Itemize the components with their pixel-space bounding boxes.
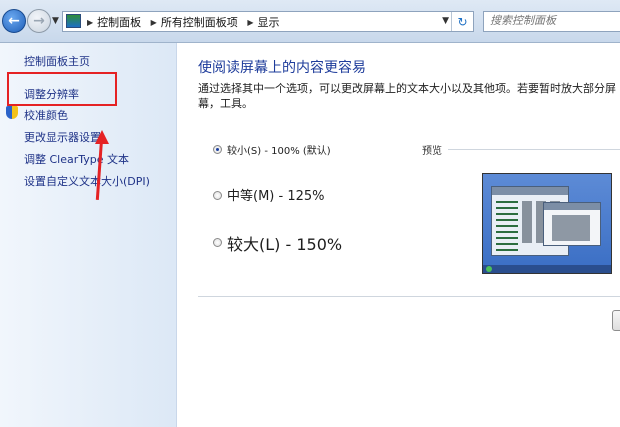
chevron-right-icon[interactable]: ▶ xyxy=(247,18,253,27)
sidebar-item-control-panel-home[interactable]: 控制面板主页 xyxy=(24,53,90,69)
breadcrumb-control-panel[interactable]: 控制面板 xyxy=(97,16,141,29)
sidebar-item-calibrate-color[interactable]: 校准颜色 xyxy=(24,107,68,123)
divider xyxy=(198,296,620,297)
highlight-box xyxy=(7,72,117,106)
refresh-icon: ↻ xyxy=(457,14,468,29)
address-dropdown-chevron-down-icon[interactable]: ▼ xyxy=(442,16,449,26)
arrow-right-icon: → xyxy=(33,13,45,29)
arrow-left-icon: ← xyxy=(8,13,20,29)
page-description: 通过选择其中一个选项，可以更改屏幕上的文本大小以及其他项。若要暂时放大部分屏幕，… xyxy=(198,82,616,110)
chevron-right-icon[interactable]: ▶ xyxy=(151,18,157,27)
option-small-radio[interactable] xyxy=(213,145,222,154)
recent-pages-chevron-down-icon[interactable]: ▼ xyxy=(52,16,59,26)
preview-taskbar xyxy=(483,265,611,273)
search-box[interactable] xyxy=(483,11,620,32)
preview-window-small xyxy=(543,202,601,246)
breadcrumb-all-items[interactable]: 所有控制面板项 xyxy=(161,16,238,29)
shield-icon xyxy=(6,106,18,119)
option-large-label[interactable]: 较大(L) - 150% xyxy=(227,231,342,255)
preview-image xyxy=(482,173,612,274)
option-small-label[interactable]: 较小(S) - 100% (默认) xyxy=(227,142,331,157)
sidebar-item-adjust-cleartype[interactable]: 调整 ClearType 文本 xyxy=(24,151,129,167)
breadcrumb-display[interactable]: 显示 xyxy=(257,16,279,29)
option-medium-radio[interactable] xyxy=(213,191,222,200)
control-panel-icon xyxy=(66,14,81,28)
start-icon xyxy=(486,266,492,272)
preview-label: 预览 xyxy=(422,146,442,157)
forward-button[interactable]: → xyxy=(27,9,51,33)
option-medium-label[interactable]: 中等(M) - 125% xyxy=(227,185,324,204)
refresh-button[interactable]: ↻ xyxy=(451,12,473,31)
page-title: 使阅读屏幕上的内容更容易 xyxy=(198,60,366,76)
sidebar-item-custom-text-size[interactable]: 设置自定义文本大小(DPI) xyxy=(24,173,150,189)
chevron-right-icon[interactable]: ▶ xyxy=(87,18,93,27)
apply-button[interactable] xyxy=(612,310,620,331)
sidebar-item-change-display-settings[interactable]: 更改显示器设置 xyxy=(24,129,101,145)
breadcrumb[interactable]: ▶ 控制面板 ▶ 所有控制面板项 ▶ 显示 ▼ ↻ xyxy=(62,11,474,32)
back-button[interactable]: ← xyxy=(2,9,26,33)
preview-divider xyxy=(448,149,620,150)
search-input[interactable] xyxy=(490,14,615,27)
address-bar: ← → ▼ ▶ 控制面板 ▶ 所有控制面板项 ▶ 显示 ▼ ↻ xyxy=(0,0,620,43)
option-large-radio[interactable] xyxy=(213,238,222,247)
